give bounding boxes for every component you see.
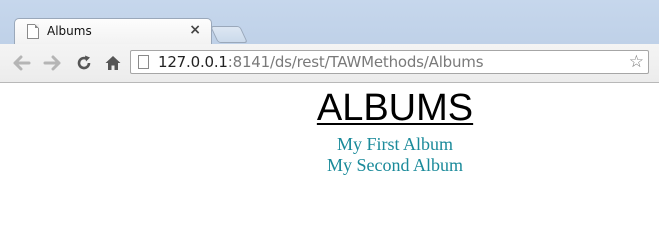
page-content: ALBUMS My First Album My Second Album — [0, 83, 659, 242]
close-icon[interactable]: × — [189, 22, 201, 38]
tab-strip: Albums × — [0, 0, 659, 45]
list-item: My First Album — [0, 134, 659, 155]
url-path: :8141/ds/rest/TAWMethods/Albums — [227, 53, 484, 71]
album-link-first[interactable]: My First Album — [0, 134, 659, 155]
toolbar: 127.0.0.1:8141/ds/rest/TAWMethods/Albums… — [0, 44, 659, 83]
back-arrow-icon[interactable] — [10, 51, 34, 75]
forward-arrow-icon[interactable] — [40, 51, 64, 75]
home-icon[interactable] — [101, 51, 125, 75]
album-link-second[interactable]: My Second Album — [0, 155, 659, 176]
page-icon — [138, 55, 149, 69]
tab-albums[interactable]: Albums × — [14, 18, 212, 45]
address-bar[interactable]: 127.0.0.1:8141/ds/rest/TAWMethods/Albums… — [130, 50, 649, 74]
url-host: 127.0.0.1 — [158, 53, 228, 71]
url-text: 127.0.0.1:8141/ds/rest/TAWMethods/Albums — [158, 53, 484, 71]
reload-icon[interactable] — [72, 51, 96, 75]
page-title: ALBUMS — [316, 87, 474, 129]
page-icon — [27, 24, 39, 39]
star-icon[interactable]: ☆ — [629, 52, 644, 72]
tab-title: Albums — [47, 24, 92, 38]
new-tab-button[interactable] — [210, 26, 248, 43]
list-item: My Second Album — [0, 155, 659, 176]
album-list: My First Album My Second Album — [0, 134, 659, 176]
browser-window: Albums × 127.0.0.1:8141/ds/rest/TAWMetho… — [0, 0, 659, 242]
